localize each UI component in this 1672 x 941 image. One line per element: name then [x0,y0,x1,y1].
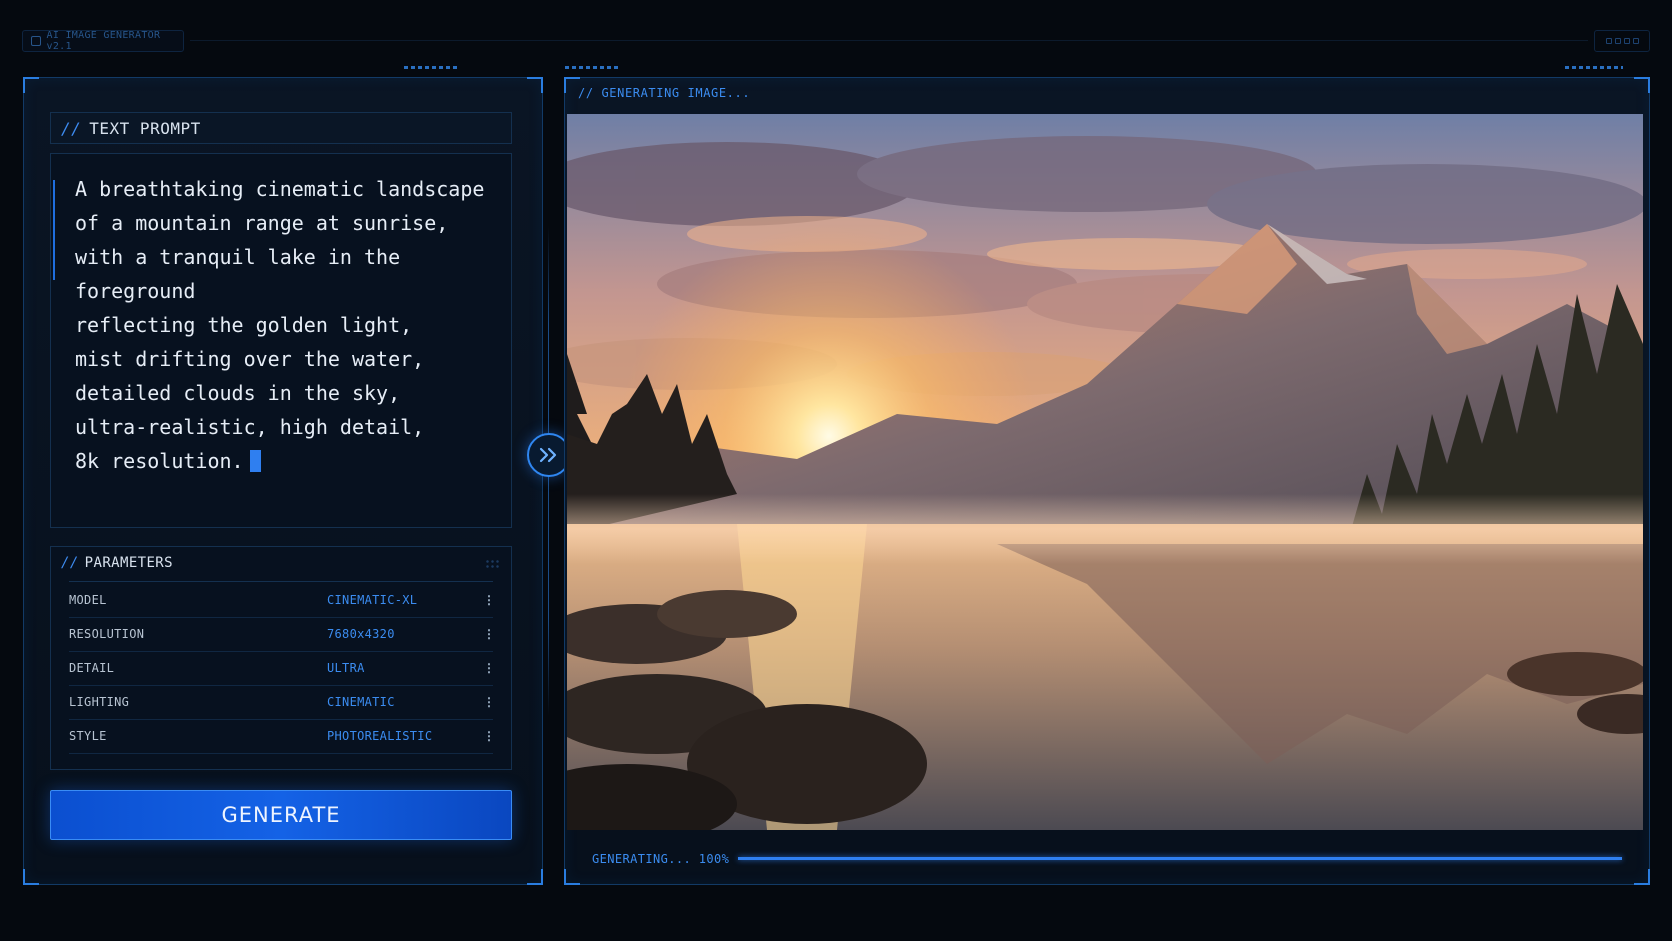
sunrise-mountain-lake-image [567,114,1643,830]
output-header-label: // GENERATING IMAGE... [578,86,751,100]
text-prompt-header: // TEXT PROMPT [50,112,512,144]
parameter-key: LIGHTING [69,695,130,709]
control-dot-icon [1623,38,1630,44]
generate-button[interactable]: GENERATE [50,790,512,840]
section-slash-icon: // [61,118,82,138]
parameter-row-detail[interactable]: DETAIL ULTRA ⋮ [69,651,495,686]
parameters-title: PARAMETERS [84,555,173,571]
kebab-menu-icon[interactable]: ⋮ [483,661,495,675]
prompt-textarea[interactable]: A breathtaking cinematic landscape of a … [50,153,512,528]
panel-corner [564,869,580,885]
prompt-focus-bar [53,180,55,280]
generated-image[interactable] [567,114,1643,830]
panel-corner [23,869,39,885]
parameter-key: MODEL [69,593,107,607]
panel-corner [1634,869,1650,885]
parameter-key: STYLE [69,729,107,743]
control-dot-icon [1614,38,1621,44]
section-slash-icon: // [61,555,79,571]
panel-corner [527,77,543,93]
parameter-key: RESOLUTION [69,627,145,641]
parameter-value: CINEMATIC-XL [327,593,418,607]
parameters-divider [69,581,493,582]
panel-corner [527,869,543,885]
header-divider [190,40,1588,41]
prompt-text: A breathtaking cinematic landscape of a … [75,177,485,473]
kebab-menu-icon[interactable]: ⋮ [483,695,495,709]
panel-corner [23,77,39,93]
parameters-panel: // PARAMETERS MODEL CINEMATIC-XL ⋮ RESOLU… [50,546,512,770]
double-chevron-right-icon [539,447,557,463]
parameter-row-style[interactable]: STYLE PHOTOREALISTIC ⋮ [69,719,495,754]
panel-tick-mark [1565,66,1623,69]
panel-tick-mark [565,66,619,69]
parameter-value: ULTRA [327,661,365,675]
generation-status: GENERATING... 100% [592,852,730,866]
kebab-menu-icon[interactable]: ⋮ [483,593,495,607]
parameter-row-resolution[interactable]: RESOLUTION 7680x4320 ⋮ [69,617,495,652]
window-controls[interactable] [1594,30,1650,52]
app-title: AI IMAGE GENERATOR v2.1 [46,30,161,52]
control-dot-icon [1632,38,1639,44]
app-logo-icon [31,36,41,46]
parameter-row-model[interactable]: MODEL CINEMATIC-XL ⋮ [69,583,495,618]
text-prompt-title: TEXT PROMPT [89,118,201,138]
progress-bar [738,857,1622,860]
progress-bar-fill [738,857,1622,860]
text-cursor [249,450,261,472]
parameter-value: CINEMATIC [327,695,395,709]
parameter-row-lighting[interactable]: LIGHTING CINEMATIC ⋮ [69,685,495,720]
control-dot-icon [1605,38,1612,44]
app-title-bar: AI IMAGE GENERATOR v2.1 [22,30,184,52]
panel-corner [1634,77,1650,93]
parameter-value: 7680x4320 [327,627,395,641]
kebab-menu-icon[interactable]: ⋮ [483,627,495,641]
parameter-key: DETAIL [69,661,115,675]
drag-grip-icon[interactable] [485,559,499,569]
parameter-value: PHOTOREALISTIC [327,729,433,743]
panel-tick-mark [404,66,458,69]
kebab-menu-icon[interactable]: ⋮ [483,729,495,743]
